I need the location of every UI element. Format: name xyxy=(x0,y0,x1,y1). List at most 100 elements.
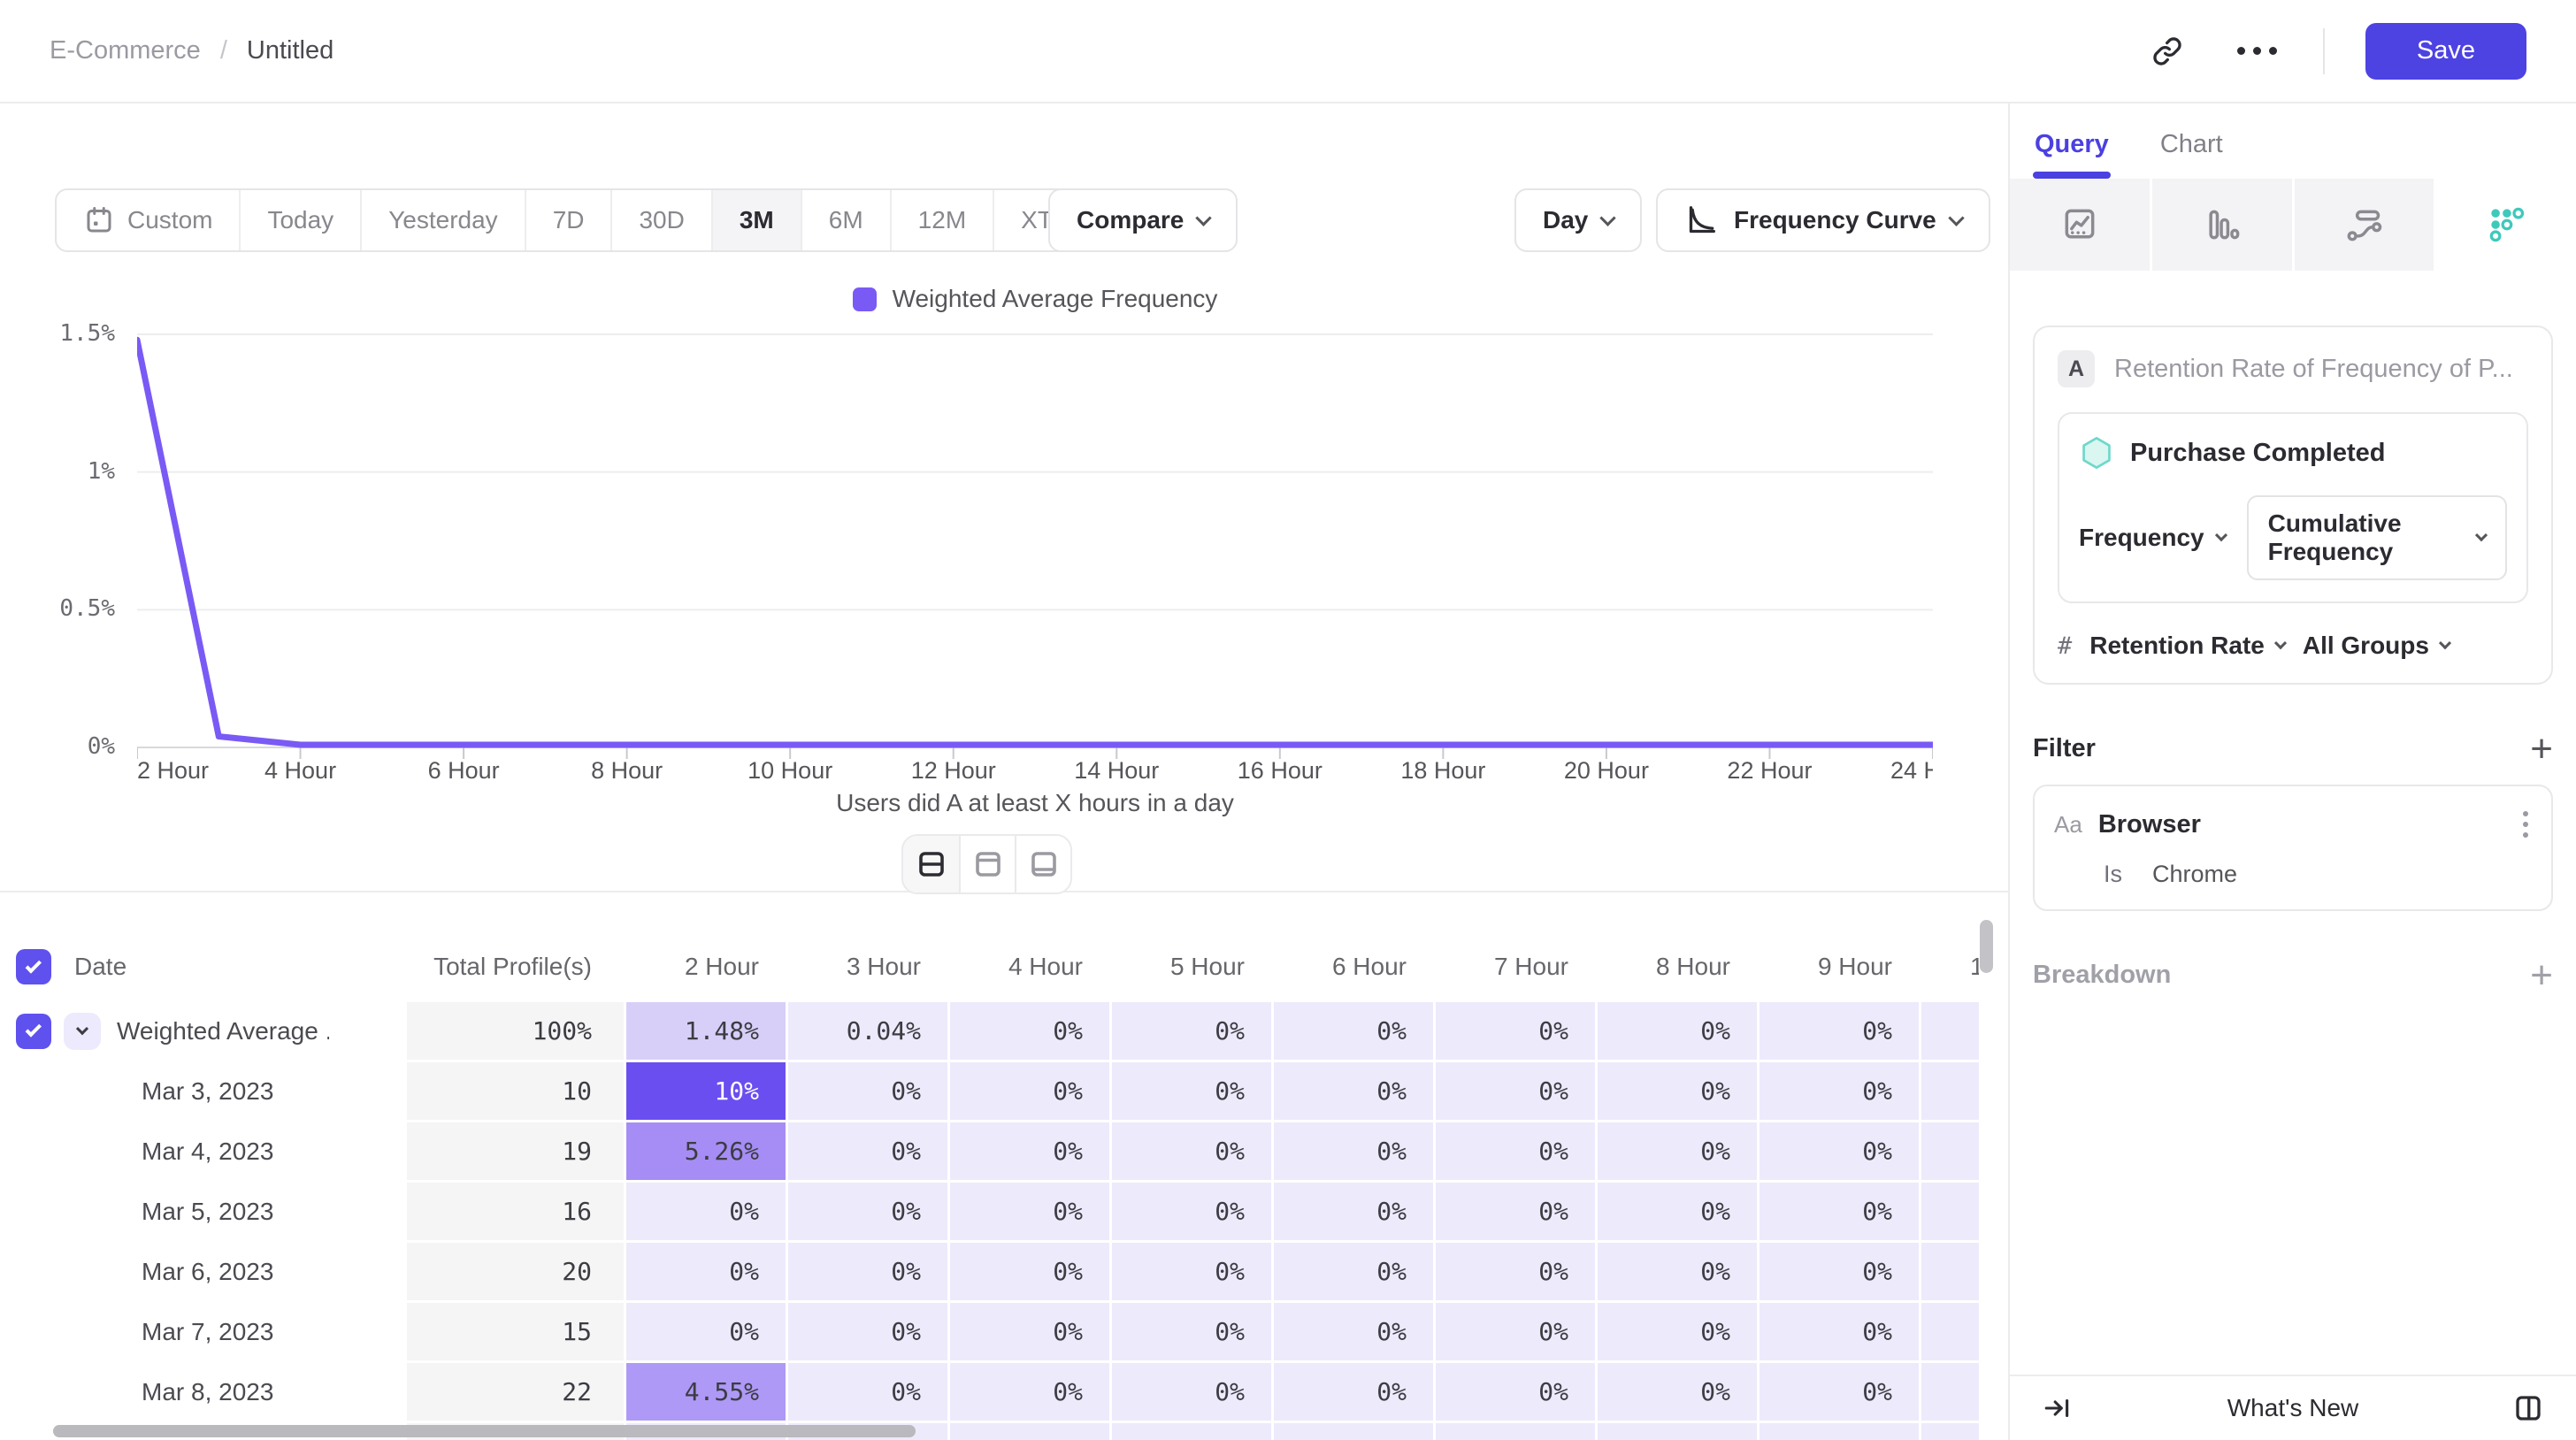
frequency-row: Frequency Cumulative Frequency xyxy=(2079,495,2507,580)
breadcrumb: E-Commerce / Untitled xyxy=(50,36,334,65)
layout-table-only-toggle[interactable] xyxy=(1015,836,1070,892)
interval-button[interactable]: Day xyxy=(1514,188,1642,252)
table-row[interactable]: Mar 5, 2023160%0%0%0%0%0%0%0% xyxy=(0,1183,2008,1240)
row-checkbox[interactable] xyxy=(16,949,51,984)
range-12m[interactable]: 12M xyxy=(890,190,993,250)
chevron-down-icon xyxy=(1948,210,1964,226)
retention-dots-icon xyxy=(2487,205,2526,244)
header-hour-col[interactable]: 4 Hour xyxy=(947,953,1109,981)
header-hour-col[interactable]: 2 Hour xyxy=(624,953,786,981)
split-view-icon xyxy=(916,848,947,880)
table-row[interactable]: Mar 8, 2023224.55%0%0%0%0%0%0%0% xyxy=(0,1363,2008,1421)
insights-analysis-tab[interactable] xyxy=(2010,179,2152,271)
more-options-button[interactable] xyxy=(2233,27,2282,76)
filter-value[interactable]: Chrome xyxy=(2152,861,2237,888)
frequency-dropdown[interactable]: Frequency xyxy=(2079,524,2226,552)
add-breakdown-button[interactable]: + xyxy=(2530,962,2553,989)
layout-chart-only-toggle[interactable] xyxy=(959,836,1015,892)
frequency-type-label: Cumulative Frequency xyxy=(2268,509,2463,566)
table-horizontal-scrollbar[interactable] xyxy=(53,1425,916,1437)
flows-analysis-tab[interactable] xyxy=(2295,179,2437,271)
event-hexagon-icon xyxy=(2079,435,2114,471)
retention-cell: 0% xyxy=(1595,1363,1757,1421)
filter-options-button[interactable] xyxy=(2519,808,2532,841)
range-3m[interactable]: 3M xyxy=(711,190,801,250)
whats-new-link[interactable]: What's New xyxy=(2227,1394,2359,1422)
chart-legend[interactable]: Weighted Average Frequency xyxy=(137,285,1933,313)
side-panel-icon xyxy=(2512,1392,2544,1424)
check-icon xyxy=(25,1021,41,1037)
range-yesterday[interactable]: Yesterday xyxy=(360,190,525,250)
retention-cell: 5.26% xyxy=(624,1122,786,1180)
collapse-panel-button[interactable] xyxy=(2033,1383,2082,1433)
retention-cell: 0% xyxy=(1109,1062,1271,1120)
add-filter-button[interactable]: + xyxy=(2530,736,2553,762)
range-7d[interactable]: 7D xyxy=(525,190,611,250)
header-hour-col[interactable]: 8 Hour xyxy=(1595,953,1757,981)
x-tick-label: 10 Hour xyxy=(748,757,832,784)
step-title-input[interactable]: Retention Rate of Frequency of P... xyxy=(2114,355,2513,384)
retention-cell: 0% xyxy=(1757,1183,1919,1240)
retention-analysis-tab[interactable] xyxy=(2436,179,2576,271)
event-selector[interactable]: Purchase Completed xyxy=(2079,435,2507,471)
row-checkbox[interactable] xyxy=(16,1014,51,1049)
retention-cell: 0% xyxy=(786,1062,947,1120)
x-tick-label: 22 Hour xyxy=(1727,757,1812,784)
save-button[interactable]: Save xyxy=(2365,23,2526,80)
header-date[interactable]: Date xyxy=(74,953,126,981)
header-hour-col[interactable]: 9 Hour xyxy=(1757,953,1919,981)
breadcrumb-report-name[interactable]: Untitled xyxy=(247,36,334,65)
retention-cell: 0% xyxy=(1271,1122,1433,1180)
query-builder-panel: Query Chart xyxy=(2008,103,2576,1440)
retention-cell: 0% xyxy=(1271,1002,1433,1060)
tab-query[interactable]: Query xyxy=(2035,130,2109,179)
header-hour-col[interactable]: 7 Hour xyxy=(1433,953,1595,981)
compare-button[interactable]: Compare xyxy=(1048,188,1238,252)
table-row[interactable]: Weighted Average ...100%1.48%0.04%0%0%0%… xyxy=(0,1002,2008,1060)
filter-operator[interactable]: Is xyxy=(2104,861,2122,888)
range-30d[interactable]: 30D xyxy=(610,190,710,250)
retention-cell: 0% xyxy=(947,1062,1109,1120)
retention-cell-truncated xyxy=(1919,1183,1979,1240)
panel-body: A Retention Rate of Frequency of P... Pu… xyxy=(2010,326,2576,990)
retention-cell: 0.04% xyxy=(786,1002,947,1060)
header-total-profiles[interactable]: Total Profile(s) xyxy=(407,953,624,981)
header-hour-col[interactable]: 6 Hour xyxy=(1271,953,1433,981)
table-row[interactable]: Mar 6, 2023200%0%0%0%0%0%0%0% xyxy=(0,1243,2008,1300)
chevron-down-icon xyxy=(2215,529,2227,541)
range-custom[interactable]: Custom xyxy=(57,190,239,250)
copy-link-button[interactable] xyxy=(2143,27,2192,76)
retention-cell-truncated xyxy=(1919,1062,1979,1120)
table-vertical-scrollbar[interactable] xyxy=(1980,920,1993,973)
retention-cell: 0% xyxy=(1109,1243,1271,1300)
expand-row-button[interactable] xyxy=(64,1013,101,1050)
breadcrumb-project[interactable]: E-Commerce xyxy=(50,36,201,65)
report-content: CustomTodayYesterday7D30D3M6M12MXTD Comp… xyxy=(0,103,2008,1440)
retention-cell: 0% xyxy=(1271,1243,1433,1300)
tab-chart[interactable]: Chart xyxy=(2160,130,2223,179)
retention-cell: 0% xyxy=(786,1122,947,1180)
filter-property-row[interactable]: Aa Browser xyxy=(2054,808,2532,841)
range-label: 6M xyxy=(829,206,863,234)
frequency-type-dropdown[interactable]: Cumulative Frequency xyxy=(2247,495,2507,580)
measure-dropdown[interactable]: Retention Rate xyxy=(2089,632,2285,660)
layout-split-toggle[interactable] xyxy=(903,836,959,892)
frequency-curve-chart[interactable]: 2 Hour4 Hour6 Hour8 Hour10 Hour12 Hour14… xyxy=(137,326,1933,803)
retention-cell: 0% xyxy=(1433,1243,1595,1300)
range-label: Yesterday xyxy=(388,206,498,234)
funnels-analysis-tab[interactable] xyxy=(2152,179,2295,271)
header-hour-col[interactable]: 5 Hour xyxy=(1109,953,1271,981)
retention-cell: 0% xyxy=(1757,1002,1919,1060)
table-row[interactable]: Mar 4, 2023195.26%0%0%0%0%0%0%0% xyxy=(0,1122,2008,1180)
header-hour-col-truncated[interactable]: 10 Hour xyxy=(1970,953,1979,981)
retention-cell-truncated xyxy=(1919,1122,1979,1180)
table-row[interactable]: Mar 7, 2023150%0%0%0%0%0%0%0% xyxy=(0,1303,2008,1360)
toggle-side-panel-button[interactable] xyxy=(2503,1383,2553,1433)
retention-cell: 0% xyxy=(1595,1002,1757,1060)
groups-dropdown[interactable]: All Groups xyxy=(2303,632,2450,660)
range-6m[interactable]: 6M xyxy=(801,190,890,250)
table-row[interactable]: Mar 3, 20231010%0%0%0%0%0%0%0% xyxy=(0,1062,2008,1120)
range-today[interactable]: Today xyxy=(239,190,360,250)
header-hour-col[interactable]: 3 Hour xyxy=(786,953,947,981)
chart-style-button[interactable]: Frequency Curve xyxy=(1656,188,1990,252)
